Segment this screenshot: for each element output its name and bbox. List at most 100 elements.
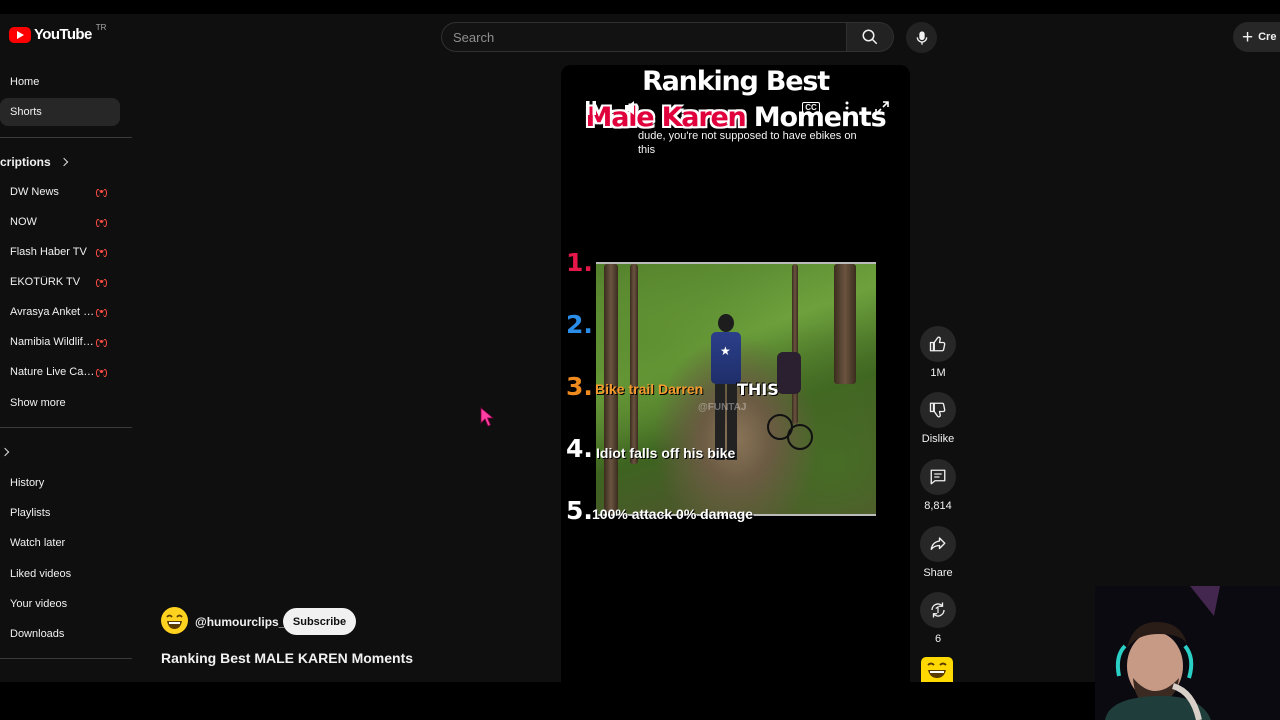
sidebar-divider [0,137,132,138]
laughing-emoji-icon [166,614,183,629]
like-button[interactable] [920,326,956,362]
more-options-button[interactable] [841,99,853,117]
pause-icon [586,101,596,115]
clip-watermark: @FUNTAJ [698,402,747,413]
youtube-play-icon [9,26,31,43]
remix-button[interactable] [920,592,956,628]
rank-number: 2. [566,310,593,339]
sidebar-item-label: History [10,477,45,489]
sidebar-item-subscription[interactable]: Namibia Wildlife ... [0,328,120,356]
search-box [441,22,847,52]
sidebar-divider [0,427,132,428]
dislike-label: Dislike [921,433,955,445]
sidebar-item-home[interactable]: Home [0,68,120,96]
sidebar-item-subscription[interactable]: Nature Live Cam... [0,358,120,386]
mouse-cursor-icon [480,407,494,427]
sidebar-item-liked-videos[interactable]: Liked videos [0,560,120,588]
sidebar-item-label: Avrasya Anket (K... [10,306,96,318]
youtube-logo[interactable]: YouTube TR [9,23,107,43]
you-section-header[interactable] [0,442,10,462]
live-icon [96,277,108,287]
dislike-button[interactable] [920,392,956,428]
subscribe-button[interactable]: Subscribe [283,608,356,635]
streamer-webcam-image [1095,586,1280,720]
sidebar-item-subscription[interactable]: Flash Haber TV [0,238,120,266]
subscriptions-header-label: criptions [0,155,51,169]
search-button[interactable] [846,22,894,52]
dislike-action: Dislike [914,392,962,445]
comments-button[interactable] [920,459,956,495]
channel-thumbnail[interactable] [921,657,953,682]
sidebar-item-label: NOW [10,216,37,228]
sidebar-item-downloads[interactable]: Downloads [0,620,120,648]
captions-icon: CC [802,102,820,114]
live-icon [96,307,108,317]
chevron-right-icon [0,447,10,457]
live-icon [96,247,108,257]
voice-search-button[interactable] [906,22,937,53]
comments-action: 8,814 [914,459,962,512]
logo-text: YouTube [34,26,92,43]
sidebar-item-label: Shorts [10,106,42,118]
sidebar-item-label: Downloads [10,628,65,640]
comment-icon [930,469,946,485]
channel-handle[interactable]: @humourclips_ [195,615,285,629]
sidebar-item-shorts[interactable]: Shorts [0,98,120,126]
share-button[interactable] [920,526,956,562]
sidebar-item-label: Watch later [10,537,66,549]
sidebar-item-subscription[interactable]: NOW [0,208,120,236]
live-icon [96,217,108,227]
live-icon [96,337,108,347]
captions-button[interactable]: CC [801,101,821,115]
search-input[interactable] [453,23,833,51]
rank-number-text: 3. [566,372,593,401]
clip-overlay-text: THIS [737,380,779,399]
sidebar-item-history[interactable]: History [0,469,120,497]
like-action: 1M [914,326,962,379]
remix-action: 6 [914,592,962,645]
rank-number: 3. [566,372,593,401]
share-action: Share [914,526,962,579]
rank-number: 5. [566,496,593,525]
sidebar-item-watch-later[interactable]: Watch later [0,529,120,557]
rank-label: Idiot falls off his bike [596,445,736,461]
plus-icon: + [1242,26,1254,48]
rank-label: 100% attack 0% damage [592,506,754,522]
sidebar-item-label: Nature Live Cam... [10,366,96,378]
rank-number: 4. [566,434,593,463]
webcam-overlay [1095,586,1280,720]
channel-avatar[interactable] [161,607,188,634]
pause-button[interactable] [583,99,599,117]
sidebar-item-label: Flash Haber TV [10,246,87,258]
microphone-icon [916,30,927,45]
volume-icon [625,101,639,115]
sidebar-item-playlists[interactable]: Playlists [0,499,120,527]
expand-icon [875,101,889,115]
show-more-label: Show more [10,397,66,409]
create-button[interactable]: + Cre [1233,22,1280,52]
comment-count: 8,814 [924,500,952,512]
thumbs-up-icon [929,336,946,352]
subscriptions-header[interactable]: criptions [0,152,68,172]
thumbs-down-icon [929,402,946,418]
like-count: 1M [930,367,946,379]
sidebar-item-subscription[interactable]: EKOTÜRK TV [0,268,120,296]
rank-number-text: 4. [566,434,593,463]
sidebar-item-your-videos[interactable]: Your videos [0,590,120,618]
show-more-button[interactable]: Show more [0,389,120,417]
sidebar-item-label: Namibia Wildlife ... [10,336,96,348]
sidebar-item-label: Liked videos [10,568,72,580]
sidebar-item-subscription[interactable]: Avrasya Anket (K... [0,298,120,326]
create-label: Cre [1258,31,1277,43]
sidebar-item-label: Playlists [10,507,51,519]
fullscreen-button[interactable] [873,99,891,117]
volume-button[interactable] [623,99,643,117]
country-code: TR [95,23,107,32]
more-vertical-icon [845,101,849,115]
search-icon [862,29,878,45]
shorts-video-player[interactable]: Ranking Best Male Karen Moments CC dude,… [561,65,910,682]
sidebar-divider [0,658,132,659]
short-title: Ranking Best MALE KAREN Moments [161,650,414,666]
sidebar-item-subscription[interactable]: DW News [0,178,120,206]
sidebar-item-label: EKOTÜRK TV [10,276,81,288]
